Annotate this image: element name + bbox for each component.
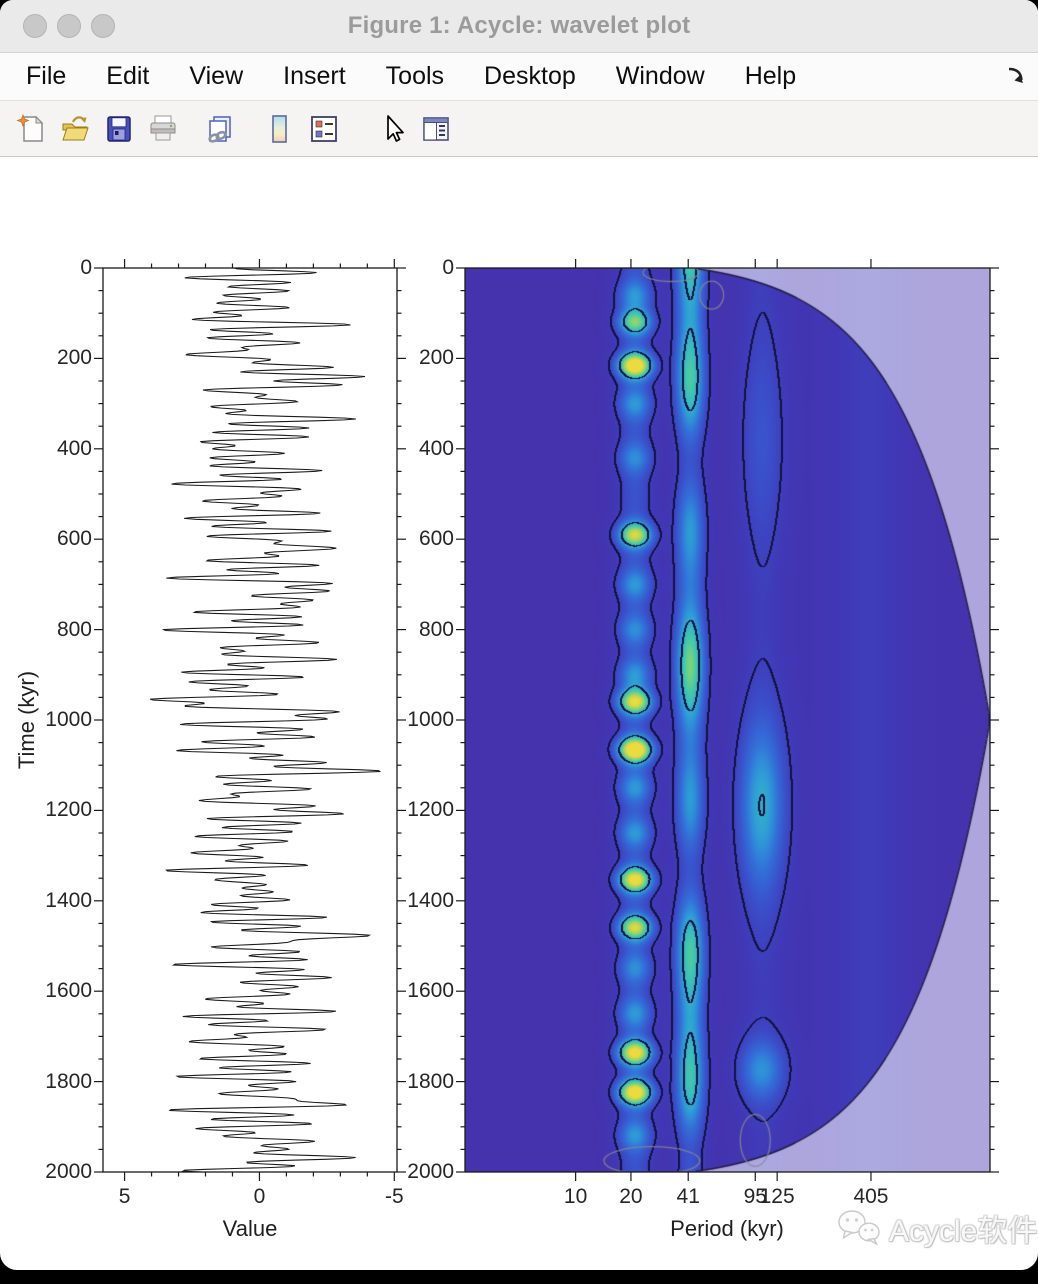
right-plot-ytick-1400: 1400	[382, 888, 454, 914]
left-plot-ytick-1400: 1400	[20, 888, 92, 914]
new-figure-button[interactable]	[9, 106, 53, 152]
zoom-button[interactable]	[91, 14, 115, 38]
right-plot-ytick-1000: 1000	[382, 707, 454, 733]
plot-browser-button[interactable]	[414, 106, 458, 152]
menu-view[interactable]: View	[169, 53, 263, 100]
menu-file[interactable]: File	[6, 53, 86, 100]
watermark-text: Acycle软件	[889, 1206, 1037, 1250]
minimize-button[interactable]	[57, 14, 81, 38]
save-floppy-icon	[103, 113, 135, 145]
right-plot-xtick-95: 95	[715, 1184, 795, 1210]
left-plot-ytick-1000: 1000	[20, 707, 92, 733]
left-plot-ytick-2000: 2000	[20, 1159, 92, 1185]
legend-icon	[308, 113, 340, 145]
left-plot-ytick-600: 600	[20, 526, 92, 552]
pointer-icon	[376, 113, 408, 145]
print-figure-button[interactable]	[141, 106, 185, 152]
right-plot-ytick-1600: 1600	[382, 978, 454, 1004]
menu-tools[interactable]: Tools	[366, 53, 464, 100]
menu-bar: FileEditViewInsertToolsDesktopWindowHelp	[0, 53, 1038, 101]
close-button[interactable]	[23, 14, 47, 38]
open-file-button[interactable]	[53, 106, 97, 152]
menu-window[interactable]: Window	[596, 53, 725, 100]
right-plot-ytick-0: 0	[382, 255, 454, 281]
wechat-icon	[836, 1207, 882, 1249]
left-plot-ytick-1600: 1600	[20, 978, 92, 1004]
menu-edit[interactable]: Edit	[86, 53, 169, 100]
right-plot-ytick-1800: 1800	[382, 1069, 454, 1095]
title-bar[interactable]: Figure 1: Acycle: wavelet plot	[0, 0, 1038, 53]
dock-figure-icon[interactable]	[1006, 66, 1026, 86]
right-plot-ytick-1200: 1200	[382, 797, 454, 823]
save-figure-button[interactable]	[97, 106, 141, 152]
watermark: Acycle软件	[836, 1206, 1037, 1250]
right-plot-xtick-41: 41	[648, 1184, 728, 1210]
new-document-icon	[15, 113, 47, 145]
menu-desktop[interactable]: Desktop	[464, 53, 596, 100]
menu-insert[interactable]: Insert	[263, 53, 366, 100]
window-title: Figure 1: Acycle: wavelet plot	[348, 12, 691, 40]
right-plot-ytick-200: 200	[382, 345, 454, 371]
printer-icon	[147, 113, 179, 145]
open-folder-icon	[59, 113, 91, 145]
colorbar-icon	[264, 113, 296, 145]
right-plot-ytick-400: 400	[382, 436, 454, 462]
time-series-line	[150, 268, 380, 1172]
right-plot-xtick-10: 10	[536, 1184, 616, 1210]
left-plot-ytick-200: 200	[20, 345, 92, 371]
left-plot-ytick-1200: 1200	[20, 797, 92, 823]
x-axis-label-value: Value	[190, 1216, 310, 1242]
link-icon	[204, 113, 236, 145]
wavelet-heatmap	[465, 268, 990, 1172]
left-plot-xtick-5: 5	[85, 1184, 165, 1210]
figure-window: Figure 1: Acycle: wavelet plot FileEditV…	[0, 0, 1038, 1270]
traffic-lights	[23, 14, 115, 38]
left-plot-ytick-1800: 1800	[20, 1069, 92, 1095]
left-plot-ytick-800: 800	[20, 617, 92, 643]
right-plot-xtick-125: 125	[737, 1184, 817, 1210]
left-plot-ytick-400: 400	[20, 436, 92, 462]
left-plot-xtick--5: -5	[354, 1184, 434, 1210]
right-plot-ytick-2000: 2000	[382, 1159, 454, 1185]
left-plot-xtick-0: 0	[219, 1184, 299, 1210]
right-plot-xtick-20: 20	[591, 1184, 671, 1210]
link-plot-button[interactable]	[198, 106, 242, 152]
x-axis-label-period: Period (kyr)	[667, 1216, 787, 1242]
insert-legend-button[interactable]	[302, 106, 346, 152]
edit-plot-button[interactable]	[370, 106, 414, 152]
plot-browser-icon	[420, 113, 452, 145]
menu-help[interactable]: Help	[725, 53, 816, 100]
insert-colorbar-button[interactable]	[258, 106, 302, 152]
toolbar	[0, 101, 1038, 157]
left-plot-ytick-0: 0	[20, 255, 92, 281]
y-axis-label-time: Time (kyr)	[14, 671, 40, 769]
right-plot-ytick-600: 600	[382, 526, 454, 552]
right-plot-ytick-800: 800	[382, 617, 454, 643]
